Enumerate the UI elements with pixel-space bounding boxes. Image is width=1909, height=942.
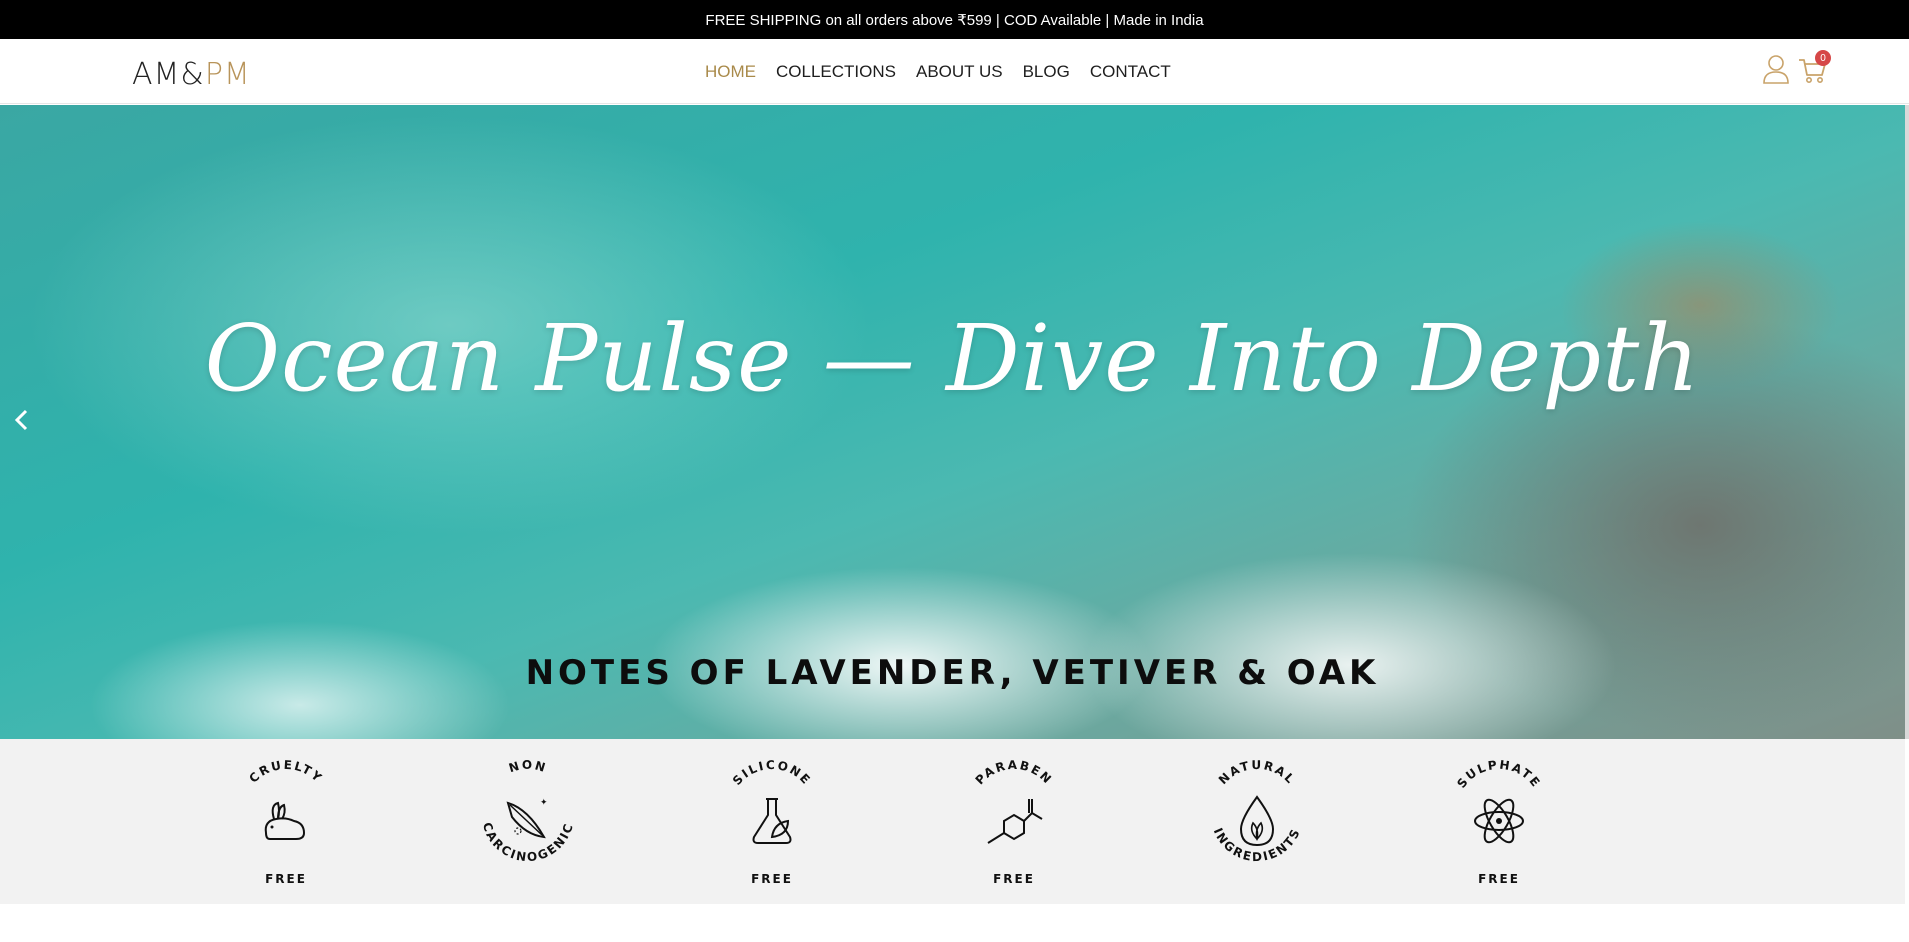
feather-icon: ✦ [506, 797, 548, 839]
flask-leaf-icon [752, 798, 792, 844]
feature-top-label: CRUELTY [246, 758, 323, 786]
feature-top-label: SULPHATE [1454, 758, 1541, 791]
feature-non-carcinogenic: NON CARCINOGENIC ✦ [468, 739, 588, 904]
hero-banner: Ocean Pulse — Dive Into Depth NOTES OF L… [0, 105, 1905, 739]
page: FREE SHIPPING on all orders above ₹599 |… [0, 0, 1909, 942]
features-strip: CRUELTY FREE NON CARCINOGENIC ✦ SILICONE… [0, 739, 1905, 904]
drop-leaf-icon [1239, 795, 1275, 847]
atom-icon [1474, 798, 1524, 844]
nav-contact[interactable]: CONTACT [1090, 62, 1171, 82]
scrollbar[interactable] [1905, 105, 1909, 739]
svg-text:SULPHATE: SULPHATE [1454, 758, 1543, 791]
feature-top-label: PARABEN [973, 758, 1054, 787]
hero-subtitle: NOTES OF LAVENDER, VETIVER & OAK [525, 653, 1380, 693]
feature-paraben-free: PARABEN FREE [954, 739, 1074, 904]
feature-silicone-free: SILICONE FREE [712, 739, 832, 904]
nav-collections[interactable]: COLLECTIONS [776, 62, 896, 82]
svg-text:✦: ✦ [540, 797, 548, 807]
feature-top-label: SILICONE [730, 758, 812, 788]
feature-sulphate-free: SULPHATE FREE [1439, 739, 1559, 904]
rabbit-icon [264, 801, 306, 840]
user-icon[interactable] [1763, 54, 1789, 84]
main-nav: HOME COLLECTIONS ABOUT US BLOG CONTACT [705, 39, 1171, 104]
feature-bottom-label: FREE [993, 872, 1035, 886]
hero-title: Ocean Pulse — Dive Into Depth [204, 305, 1701, 412]
nav-about-us[interactable]: ABOUT US [916, 62, 1003, 82]
site-header: AM&PM HOME COLLECTIONS ABOUT US BLOG CON… [0, 39, 1909, 104]
announcement-bar: FREE SHIPPING on all orders above ₹599 |… [0, 0, 1909, 39]
feature-bottom-label: FREE [751, 872, 793, 886]
nav-home[interactable]: HOME [705, 62, 756, 82]
logo[interactable]: AM&PM [132, 57, 251, 92]
announcement-text: FREE SHIPPING on all orders above ₹599 |… [705, 11, 1204, 29]
logo-pm: PM [204, 57, 251, 92]
molecule-icon [987, 799, 1043, 844]
feature-bottom-label: FREE [1478, 872, 1520, 886]
svg-text:NATURAL: NATURAL [1216, 758, 1298, 787]
feature-top-label: NATURAL [1216, 758, 1296, 787]
svg-text:PARABEN: PARABEN [973, 758, 1056, 787]
feature-bottom-label: FREE [265, 872, 307, 886]
feature-natural-ingredients: NATURAL INGREDIENTS [1197, 739, 1317, 904]
logo-am: AM& [132, 57, 205, 92]
svg-text:SILICONE: SILICONE [730, 758, 814, 788]
feature-cruelty-free: CRUELTY FREE [226, 739, 346, 904]
svg-text:NON: NON [507, 758, 549, 775]
svg-text:CRUELTY: CRUELTY [246, 758, 325, 786]
nav-blog[interactable]: BLOG [1023, 62, 1070, 82]
cart-count-badge: 0 [1815, 50, 1831, 66]
feature-top-label: NON [507, 758, 547, 775]
